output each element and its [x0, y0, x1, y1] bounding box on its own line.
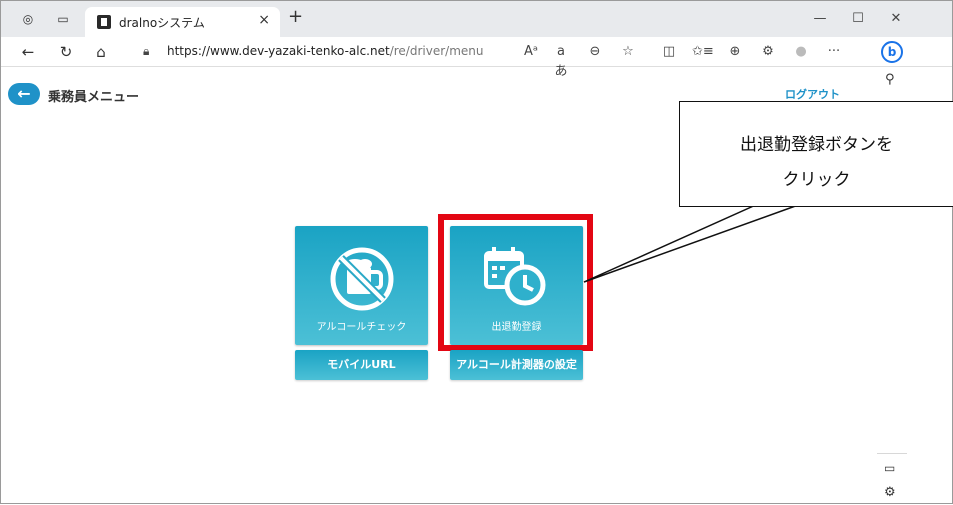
browser-window: ◎ ▭ dralnoシステム × + — ☐ ✕ ← ↻ ⌂ 🔒︎ https:…: [0, 0, 953, 504]
callout-box: 出退勤登録ボタンを クリック: [679, 101, 953, 207]
callout-line-1: 出退勤登録ボタンを: [740, 135, 893, 155]
callout-line-2: クリック: [782, 170, 851, 190]
callout-pointer: [583, 203, 802, 283]
